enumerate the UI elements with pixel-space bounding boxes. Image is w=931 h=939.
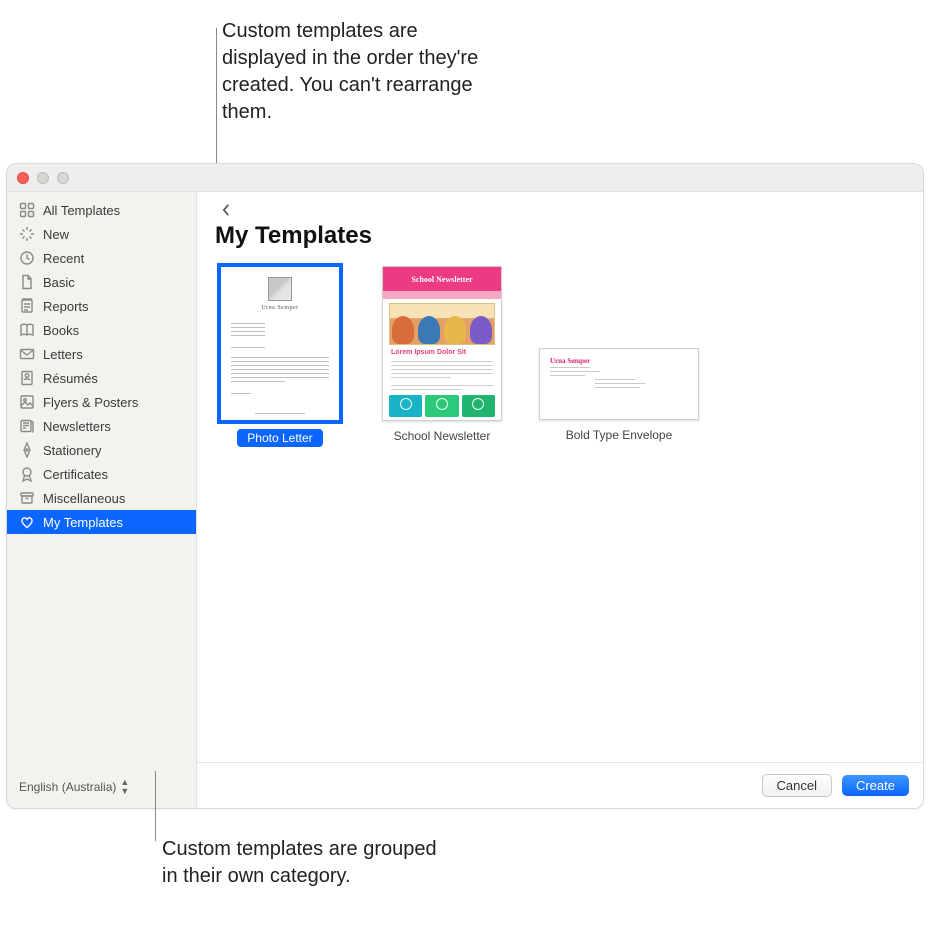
thumb-sender: Urna Semper — [550, 357, 590, 365]
template-label: Bold Type Envelope — [566, 428, 673, 442]
sidebar-item-label: My Templates — [43, 515, 123, 530]
sidebar-item-label: Newsletters — [43, 419, 111, 434]
sidebar-item-all-templates[interactable]: All Templates — [7, 198, 196, 222]
sidebar-item-label: New — [43, 227, 69, 242]
sidebar-item-label: Recent — [43, 251, 84, 266]
template-bold-type-envelope[interactable]: Urna Semper Bold Type Envelope — [539, 348, 699, 442]
sidebar-item-newsletters[interactable]: Newsletters — [7, 414, 196, 438]
sidebar-item-label: Reports — [43, 299, 89, 314]
create-button[interactable]: Create — [842, 775, 909, 796]
sidebar: All Templates New Recent — [7, 192, 197, 808]
chevron-left-icon — [222, 203, 231, 217]
sidebar-item-miscellaneous[interactable]: Miscellaneous — [7, 486, 196, 510]
minimize-window-button[interactable] — [37, 172, 49, 184]
window-body: All Templates New Recent — [7, 192, 923, 808]
book-icon — [19, 322, 35, 338]
reports-icon — [19, 298, 35, 314]
sidebar-item-flyers[interactable]: Flyers & Posters — [7, 390, 196, 414]
sidebar-item-label: Certificates — [43, 467, 108, 482]
sidebar-item-label: Basic — [43, 275, 75, 290]
annotation-top: Custom templates are displayed in the or… — [222, 18, 502, 126]
sidebar-item-label: Flyers & Posters — [43, 395, 138, 410]
template-thumbnail: Urna Semper — [220, 266, 340, 421]
envelope-icon — [19, 346, 35, 362]
sidebar-item-letters[interactable]: Letters — [7, 342, 196, 366]
template-chooser-window: All Templates New Recent — [6, 163, 924, 809]
language-label: English (Australia) — [19, 780, 116, 794]
window-controls — [17, 172, 69, 184]
ribbon-icon — [19, 466, 35, 482]
template-thumbnail: School Newsletter Lorem Ipsum Dolor Sit — [382, 266, 502, 421]
template-photo-letter[interactable]: Urna Semper — [215, 266, 345, 447]
sidebar-item-my-templates[interactable]: My Templates — [7, 510, 196, 534]
sidebar-item-new[interactable]: New — [7, 222, 196, 246]
titlebar — [7, 164, 923, 192]
sparkle-icon — [19, 226, 35, 242]
image-icon — [19, 394, 35, 410]
template-label: School Newsletter — [394, 429, 491, 443]
clock-icon — [19, 250, 35, 266]
annotation-line-bottom — [155, 771, 156, 841]
grid-icon — [19, 202, 35, 218]
thumb-text: Urna Semper — [221, 305, 339, 311]
cancel-button[interactable]: Cancel — [762, 774, 832, 797]
main-pane: My Templates Urna Semper — [197, 192, 923, 808]
thumb-subheading: Lorem Ipsum Dolor Sit — [391, 349, 466, 356]
zoom-window-button[interactable] — [57, 172, 69, 184]
archive-icon — [19, 490, 35, 506]
template-school-newsletter[interactable]: School Newsletter Lorem Ipsum Dolor Sit — [377, 266, 507, 443]
sidebar-item-label: Stationery — [43, 443, 102, 458]
close-window-button[interactable] — [17, 172, 29, 184]
document-icon — [19, 274, 35, 290]
sidebar-item-label: Résumés — [43, 371, 98, 386]
pen-icon — [19, 442, 35, 458]
templates-grid: Urna Semper — [197, 256, 923, 762]
sidebar-item-recent[interactable]: Recent — [7, 246, 196, 270]
sidebar-item-label: Books — [43, 323, 79, 338]
back-button[interactable] — [215, 200, 237, 220]
sidebar-item-stationery[interactable]: Stationery — [7, 438, 196, 462]
language-selector[interactable]: English (Australia) ▲▼ — [7, 768, 196, 808]
sidebar-item-label: Letters — [43, 347, 83, 362]
sidebar-list: All Templates New Recent — [7, 192, 196, 768]
heart-icon — [19, 514, 35, 530]
sidebar-item-books[interactable]: Books — [7, 318, 196, 342]
annotation-bottom: Custom templates are grouped in their ow… — [162, 836, 442, 890]
sidebar-item-resumes[interactable]: Résumés — [7, 366, 196, 390]
main-header: My Templates — [197, 192, 923, 256]
template-thumbnail: Urna Semper — [539, 348, 699, 420]
sidebar-item-label: Miscellaneous — [43, 491, 125, 506]
newspaper-icon — [19, 418, 35, 434]
person-icon — [19, 370, 35, 386]
sidebar-item-label: All Templates — [43, 203, 120, 218]
chevron-up-down-icon: ▲▼ — [120, 778, 129, 796]
sidebar-item-certificates[interactable]: Certificates — [7, 462, 196, 486]
photo-placeholder-icon — [268, 277, 292, 301]
footer: Cancel Create — [197, 762, 923, 808]
thumb-title: School Newsletter — [411, 275, 472, 284]
sidebar-item-reports[interactable]: Reports — [7, 294, 196, 318]
sidebar-item-basic[interactable]: Basic — [7, 270, 196, 294]
template-label: Photo Letter — [237, 429, 322, 447]
page-title: My Templates — [215, 222, 905, 250]
